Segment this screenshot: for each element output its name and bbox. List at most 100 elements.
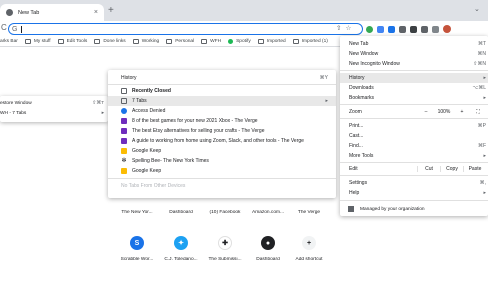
bookmark-folder[interactable]: Imported	[257, 39, 286, 44]
menu-downloads[interactable]: Downloads ⌥⌘L	[340, 83, 488, 93]
menu-find[interactable]: Find... ⌘F	[340, 141, 488, 151]
folder-icon	[166, 39, 173, 44]
tab-search-icon[interactable]: ⌄	[474, 5, 480, 13]
bookmark-folder[interactable]: Imported (1)	[292, 39, 328, 44]
shortcut-tile[interactable]: Amazon.com...	[246, 210, 290, 215]
zoom-level: 100%	[437, 108, 451, 115]
extension-icon-g[interactable]	[377, 25, 384, 33]
google-icon: G	[12, 25, 18, 33]
divider	[108, 178, 336, 179]
folder-icon	[257, 39, 264, 44]
restore-window-item[interactable]: estore Window ⇧⌘T	[0, 98, 108, 108]
extension-icon-grid[interactable]	[399, 25, 406, 33]
shortcut-tile[interactable]: Dashboard	[159, 210, 203, 215]
shortcut-tile[interactable]: The New Yor...	[115, 210, 159, 215]
cut-button[interactable]: Cut	[417, 165, 440, 172]
bookmark-folder[interactable]: Edit Tools	[57, 39, 87, 44]
history-item[interactable]: Access Denied	[108, 106, 336, 116]
zoom-out-button[interactable]: –	[418, 109, 434, 115]
fullscreen-icon[interactable]: ⛶	[470, 109, 486, 115]
recently-closed-submenu: estore Window ⇧⌘T WH - 7 Tabs ▸	[0, 96, 108, 122]
site-favicon-icon	[121, 107, 127, 114]
shortcut-icon-dashboard[interactable]: ●	[261, 236, 275, 250]
puzzle-icon[interactable]	[421, 25, 428, 33]
tab-close-icon[interactable]: ×	[94, 9, 98, 16]
managed-by-organization[interactable]: Managed by your organization	[340, 203, 488, 215]
folder-icon	[292, 39, 299, 44]
menu-history[interactable]: History ▸	[340, 73, 488, 83]
shortcut-icon-scrabble[interactable]: S	[130, 236, 144, 250]
menu-settings[interactable]: Settings ⌘,	[340, 178, 488, 188]
bookmark-folder[interactable]: Done links	[94, 39, 126, 44]
shortcut-label[interactable]: The Submissi...	[203, 257, 247, 262]
paste-button[interactable]: Paste	[463, 165, 486, 172]
address-bar[interactable]: G	[8, 23, 363, 35]
divider	[340, 104, 488, 105]
menu-more-tools[interactable]: More Tools ▸	[340, 151, 488, 161]
reload-icon[interactable]: C	[1, 23, 7, 32]
sidepanel-icon[interactable]	[432, 25, 439, 33]
spotify-icon	[228, 39, 234, 44]
menu-new-window[interactable]: New Window ⌘N	[340, 49, 488, 59]
building-icon	[348, 206, 354, 212]
history-icon	[121, 87, 127, 94]
shortcut-label[interactable]: Dashboard	[246, 257, 290, 262]
bookmark-folder[interactable]: WFH	[201, 39, 221, 44]
menu-new-incognito-window[interactable]: New Incognito Window ⇧⌘N	[340, 59, 488, 69]
folder-icon	[132, 39, 139, 44]
shortcut-tile[interactable]: (10) Facebook	[203, 210, 247, 215]
shortcut-label[interactable]: C.J. Toledano...	[159, 257, 203, 262]
zoom-in-button[interactable]: +	[454, 109, 470, 115]
menu-edit: Edit Cut Copy Paste	[340, 164, 488, 174]
bookmark-item[interactable]: arks Bar	[0, 39, 18, 44]
history-item[interactable]: The best Etsy alternatives for selling y…	[108, 126, 336, 136]
recently-closed-heading: Recently Closed	[108, 86, 336, 96]
menu-print[interactable]: Print... ⌘P	[340, 121, 488, 131]
history-item[interactable]: Google Keep	[108, 146, 336, 156]
bookmark-star-icon[interactable]: ☆	[345, 24, 351, 32]
folder-icon	[57, 39, 64, 44]
history-menu-item[interactable]: History ⌘Y	[108, 73, 336, 83]
bookmark-folder[interactable]: Working	[132, 39, 159, 44]
shortcut-tile[interactable]: The Verge	[287, 210, 331, 215]
history-submenu: History ⌘Y Recently Closed 7 Tabs ▸ Acce…	[108, 70, 336, 198]
history-item[interactable]: Google Keep	[108, 166, 336, 176]
menu-zoom: Zoom – 100% + ⛶	[340, 107, 488, 117]
tabs-icon	[121, 97, 127, 104]
menu-bookmarks[interactable]: Bookmarks ▸	[340, 93, 488, 103]
divider	[340, 175, 488, 176]
bookmark-folder[interactable]: Personal	[166, 39, 194, 44]
history-item-7-tabs[interactable]: 7 Tabs ▸	[108, 96, 336, 106]
extension-icon-blue[interactable]	[388, 25, 395, 33]
menu-help[interactable]: Help ▸	[340, 188, 488, 198]
menu-new-tab[interactable]: New Tab ⌘T	[340, 39, 488, 49]
shortcut-icon-submission[interactable]: ✚	[218, 236, 232, 250]
extension-icon-green[interactable]	[366, 25, 373, 33]
history-item[interactable]: A guide to working from home using Zoom,…	[108, 136, 336, 146]
new-tab-button[interactable]: +	[108, 5, 114, 17]
extensions-area	[366, 23, 451, 35]
tab-new-tab[interactable]: New Tab ×	[0, 4, 104, 21]
add-shortcut-icon[interactable]: +	[302, 236, 316, 250]
bookmark-folder[interactable]: My stuff	[24, 39, 51, 44]
add-shortcut-label[interactable]: Add shortcut	[287, 257, 331, 262]
history-item[interactable]: ✻ Spelling Bee- The New York Times	[108, 156, 336, 166]
divider	[340, 200, 488, 201]
window-tabs-item[interactable]: WH - 7 Tabs ▸	[0, 108, 108, 118]
divider	[340, 70, 488, 71]
folder-icon	[201, 39, 208, 44]
shortcut-icon-twitter[interactable]: ✦	[174, 236, 188, 250]
extension-icon-dark[interactable]	[410, 25, 417, 33]
history-item[interactable]: 8 of the best games for your new 2021 Xb…	[108, 116, 336, 126]
bookmark-spotify[interactable]: Spotify	[228, 39, 251, 44]
other-devices-item: No Tabs From Other Devices	[121, 182, 186, 189]
folder-icon	[24, 39, 31, 44]
tab-title: New Tab	[18, 9, 40, 16]
copy-button[interactable]: Copy	[440, 165, 463, 172]
omnibox-actions: ⇧ ☆	[336, 24, 351, 32]
text-caret	[21, 25, 23, 33]
avatar[interactable]	[443, 25, 451, 33]
share-icon[interactable]: ⇧	[336, 24, 341, 32]
shortcut-label[interactable]: Scrabble Wor...	[115, 257, 159, 262]
menu-cast[interactable]: Cast...	[340, 131, 488, 141]
